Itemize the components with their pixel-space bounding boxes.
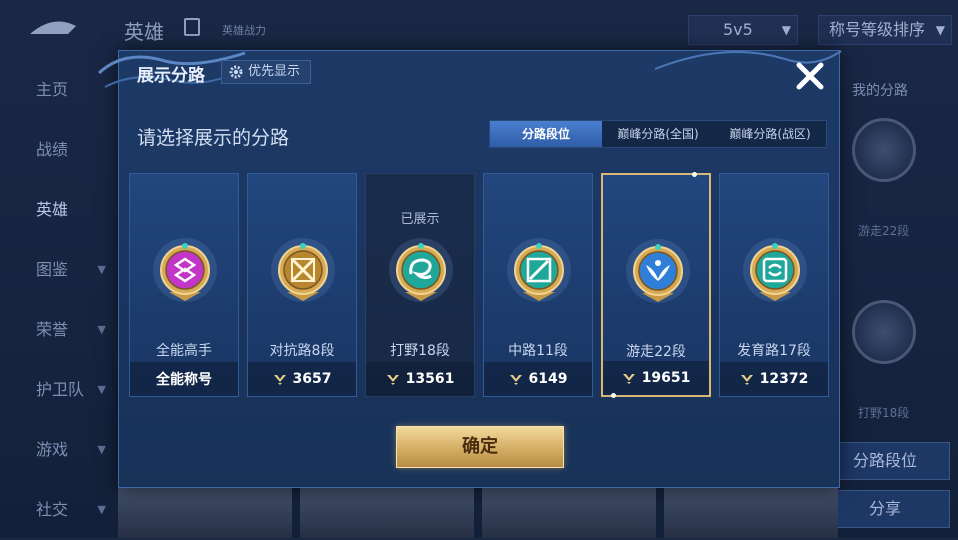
select-lane-prompt: 请选择展示的分路: [137, 127, 290, 149]
side-nav: 主页战绩英雄图鉴 ▼ 荣誉 ▼ 护卫队 ▼ 游戏 ▼ 社交 ▼: [0, 60, 118, 540]
rank-points-value: 6149: [528, 371, 568, 387]
dialog-title: 展示分路: [137, 66, 205, 86]
selection-corner-dot: [692, 172, 697, 177]
lane-name: 对抗路8段: [269, 343, 335, 359]
share-button[interactable]: 分享: [820, 490, 950, 528]
nav-item[interactable]: 英雄: [0, 180, 118, 240]
lane-card[interactable]: 游走22段 19651: [601, 172, 711, 398]
rank-points-value: 3657: [292, 371, 332, 387]
roam-wings-icon: [626, 239, 690, 303]
chevron-down-icon: ▼: [97, 263, 106, 276]
tab-peak-region[interactable]: 巅峰分路(战区): [714, 121, 826, 147]
nav-item-label: 荣誉: [36, 320, 69, 339]
my-lane-label: 我的分路: [852, 83, 908, 99]
lane-card[interactable]: 全能高手 全能称号: [129, 173, 239, 397]
rank-points-value: 19651: [641, 370, 691, 386]
lane-display-dialog: 展示分路 优先显示 请选择展示的分路 分路段位 巅峰分路(全国) 巅峰分路(战区…: [97, 50, 842, 488]
chevron-down-icon: ▼: [935, 23, 945, 37]
chevron-down-icon: ▼: [97, 443, 106, 456]
title-label: 全能称号: [156, 372, 212, 388]
lane-name: 发育路17段: [737, 343, 811, 359]
lane-card-footer: 6149: [484, 362, 592, 396]
chevron-down-icon: ▼: [97, 503, 106, 516]
lane-card-footer: 13561: [366, 362, 474, 396]
lane-card-footer: 12372: [720, 362, 828, 396]
nav-item[interactable]: 图鉴 ▼: [0, 240, 118, 300]
nav-item[interactable]: 游戏 ▼: [0, 420, 118, 480]
rank-points-icon: [740, 375, 753, 385]
lane-card-footer: 全能称号: [130, 362, 238, 396]
nav-item-label: 战绩: [36, 140, 69, 159]
nav-item-label: 图鉴: [36, 260, 69, 279]
rank-points-icon: [509, 375, 522, 385]
lane-card[interactable]: 中路11段 6149: [483, 173, 593, 397]
bg-page-title: 英雄: [124, 20, 164, 44]
app-logo-icon: [30, 21, 76, 34]
bg-medal2-sub: 打野18段: [858, 406, 910, 420]
lane-card-footer: 19651: [603, 361, 709, 395]
lane-card[interactable]: 已展示打野18段 13561: [365, 173, 475, 397]
mid-lane-icon: [507, 238, 571, 302]
lane-name: 游走22段: [626, 344, 686, 360]
nav-item[interactable]: 护卫队 ▼: [0, 360, 118, 420]
lane-tabs: 分路段位 巅峰分路(全国) 巅峰分路(战区): [489, 120, 827, 148]
gear-icon: [229, 65, 243, 79]
bg-medal1-sub: 游走22段: [858, 224, 910, 238]
nav-item[interactable]: 战绩: [0, 120, 118, 180]
nav-item[interactable]: 社交 ▼: [0, 480, 118, 540]
chevron-down-icon: ▼: [97, 323, 106, 336]
lane-card-list: 全能高手 全能称号 对抗路8段 3657 已展示 打野18段 13561 中路11段 6149 游…: [129, 172, 829, 398]
farm-lane-icon: [743, 238, 807, 302]
chevron-down-icon: ▼: [97, 383, 106, 396]
nav-item-label: 护卫队: [36, 380, 85, 399]
selection-corner-dot: [611, 393, 616, 398]
all-round-icon: [153, 238, 217, 302]
rank-points-icon: [273, 375, 286, 385]
lane-card-footer: 3657: [248, 362, 356, 396]
rank-points-icon: [622, 374, 635, 384]
lane-name: 中路11段: [508, 343, 568, 359]
lane-card[interactable]: 对抗路8段 3657: [247, 173, 357, 397]
close-icon[interactable]: [793, 59, 827, 93]
roam-medal-icon: [852, 118, 916, 182]
clash-lane-icon: [271, 238, 335, 302]
nav-item-label: 主页: [36, 80, 69, 99]
nav-item-label: 游戏: [36, 440, 69, 459]
nav-item[interactable]: 荣誉 ▼: [0, 300, 118, 360]
rank-points-value: 13561: [405, 371, 455, 387]
hero-card-strip: [118, 488, 838, 538]
shown-label: 已展示: [400, 212, 440, 227]
list-icon[interactable]: [184, 18, 200, 36]
bg-hero-power-label[interactable]: 英雄战力: [222, 22, 266, 38]
confirm-button[interactable]: 确定: [396, 426, 564, 468]
nav-item-label: 社交: [36, 500, 69, 519]
lane-name: 打野18段: [390, 343, 450, 359]
jungle-medal-icon: [852, 300, 916, 364]
tab-peak-national[interactable]: 巅峰分路(全国): [602, 121, 714, 147]
lane-name: 全能高手: [156, 343, 212, 359]
priority-display-button[interactable]: 优先显示: [221, 60, 312, 84]
nav-item-label: 英雄: [36, 200, 69, 219]
priority-button-label: 优先显示: [248, 64, 301, 79]
jungle-dragon-icon: [389, 238, 453, 302]
rank-points-icon: [386, 375, 399, 385]
lane-card[interactable]: 发育路17段 12372: [719, 173, 829, 397]
tab-lane-rank[interactable]: 分路段位: [490, 121, 602, 147]
rank-points-value: 12372: [759, 371, 809, 387]
